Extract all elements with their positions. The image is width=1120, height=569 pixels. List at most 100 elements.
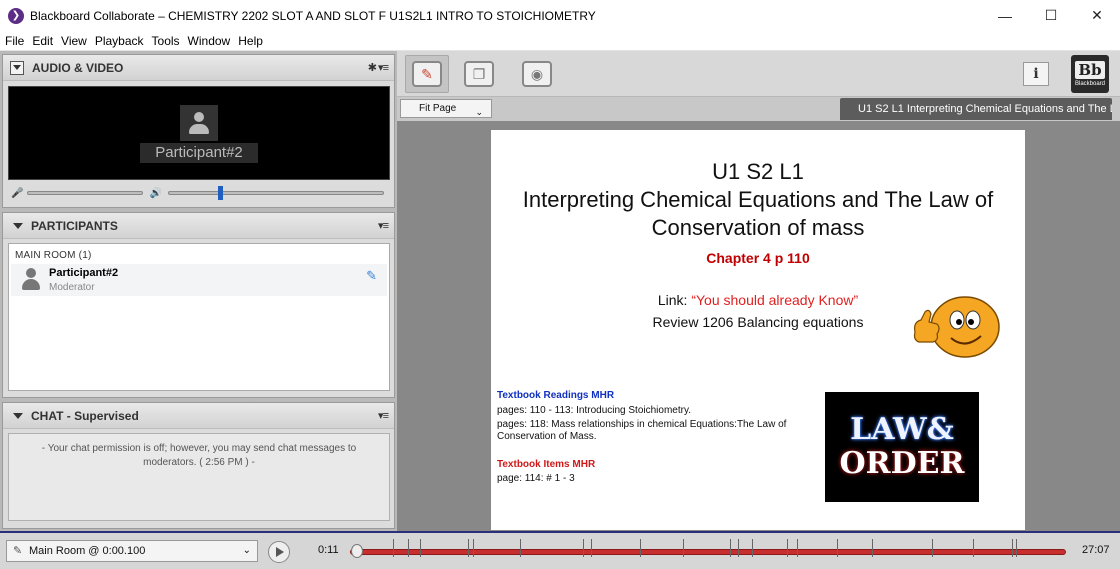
- menu-file[interactable]: File: [0, 34, 27, 48]
- slide-title-line2: Interpreting Chemical Equations and The …: [522, 187, 994, 212]
- panel-options-icon[interactable]: ▾≡: [378, 409, 389, 422]
- participant-name: Participant#2: [49, 267, 119, 279]
- minimize-button[interactable]: —: [982, 0, 1028, 31]
- timeline-event-tick: [393, 539, 394, 557]
- timeline-event-tick: [738, 539, 739, 557]
- timeline-event-tick: [797, 539, 798, 557]
- speaker-icon: 🔊: [149, 187, 162, 199]
- panel-options-icon[interactable]: ▾≡: [378, 219, 389, 232]
- timeline-event-tick: [583, 539, 584, 557]
- blackboard-logo[interactable]: Bb Blackboard: [1071, 55, 1109, 93]
- room-select-value: Main Room @ 0:00.100: [29, 545, 146, 557]
- whiteboard-area[interactable]: U1 S2 L1 Interpreting Chemical Equations…: [397, 121, 1120, 531]
- timeline-event-tick: [420, 539, 421, 557]
- timeline-event-tick: [837, 539, 838, 557]
- left-panels: AUDIO & VIDEO ✱ ▾≡ Participant#2 🎤 🔊 PAR…: [0, 51, 397, 531]
- moderator-tools-icon[interactable]: ✎: [366, 268, 377, 284]
- menu-window[interactable]: Window: [183, 34, 234, 48]
- video-participant-label: Participant#2: [140, 143, 258, 163]
- chevron-down-icon: ⌄: [475, 107, 483, 117]
- web-tour-button[interactable]: ◉: [515, 55, 559, 93]
- zoom-select[interactable]: Fit Page ⌄: [400, 99, 492, 118]
- timeline-event-tick: [752, 539, 753, 557]
- slide-link-quote: “You should already Know”: [691, 292, 859, 308]
- menu-help[interactable]: Help: [233, 34, 266, 48]
- textbook-reading-2: pages: 118: Mass relationships in chemic…: [497, 419, 787, 442]
- chat-panel: CHAT - Supervised ▾≡ - Your chat permiss…: [2, 402, 395, 529]
- timeline-event-tick: [473, 539, 474, 557]
- document-tab[interactable]: U1 S2 L1 Interpreting Chemical Equations…: [840, 98, 1112, 120]
- timeline-event-tick: [640, 539, 641, 557]
- timeline-event-tick: [1012, 539, 1013, 557]
- audio-video-panel: AUDIO & VIDEO ✱ ▾≡ Participant#2 🎤 🔊: [2, 54, 395, 208]
- play-icon: [276, 547, 284, 557]
- law-and-order-image: LAW& ORDER: [825, 392, 979, 502]
- close-button[interactable]: ✕: [1074, 0, 1120, 31]
- timeline-event-tick: [591, 539, 592, 557]
- timeline-event-tick: [932, 539, 933, 557]
- menu-tools[interactable]: Tools: [147, 34, 183, 48]
- blackboard-logo-text: Bb: [1075, 61, 1105, 79]
- collapse-toggle-icon[interactable]: [10, 60, 24, 75]
- microphone-volume-slider[interactable]: [27, 191, 144, 195]
- collapse-caret-icon[interactable]: [13, 412, 23, 419]
- user-icon: [21, 268, 41, 292]
- pencil-icon: ✎: [13, 545, 23, 557]
- room-label: MAIN ROOM (1): [15, 250, 92, 261]
- web-tour-icon: ◉: [522, 61, 552, 87]
- whiteboard-button[interactable]: ✎: [405, 55, 449, 93]
- chat-system-message: - Your chat permission is off; however, …: [41, 443, 357, 468]
- room-select[interactable]: ✎ Main Room @ 0:00.100 ⌄: [6, 540, 258, 562]
- window-title: Blackboard Collaborate – CHEMISTRY 2202 …: [30, 8, 596, 23]
- playback-timeline[interactable]: [350, 549, 1066, 555]
- menu-playback[interactable]: Playback: [90, 34, 147, 48]
- current-time: 0:11: [318, 544, 339, 556]
- slide-link-prefix: Link:: [657, 292, 692, 308]
- textbook-items-1: page: 114: # 1 - 3: [497, 473, 575, 484]
- timeline-event-tick: [683, 539, 684, 557]
- speaker-volume-slider[interactable]: [167, 191, 384, 195]
- content-toolbar: ✎ ❐ ◉ i Bb Blackboard: [397, 51, 1120, 97]
- textbook-readings-heading: Textbook Readings MHR: [497, 390, 615, 401]
- menu-view[interactable]: View: [56, 34, 90, 48]
- participant-row[interactable]: Participant#2 Moderator ✎: [11, 264, 387, 296]
- slide-title-line3: Conservation of mass: [651, 215, 865, 240]
- timeline-event-tick: [872, 539, 873, 557]
- participants-header: PARTICIPANTS ▾≡: [3, 213, 394, 239]
- menu-edit[interactable]: Edit: [27, 34, 56, 48]
- blackboard-logo-subtext: Blackboard: [1074, 81, 1106, 87]
- timeline-event-tick: [520, 539, 521, 557]
- speaker-volume-thumb[interactable]: [218, 186, 223, 200]
- info-button[interactable]: i: [1023, 62, 1049, 86]
- maximize-button[interactable]: ☐: [1028, 0, 1074, 31]
- audio-video-header: AUDIO & VIDEO ✱ ▾≡: [3, 55, 394, 81]
- timeline-event-tick: [408, 539, 409, 557]
- panel-options-icon[interactable]: ✱ ▾≡: [368, 61, 389, 74]
- playback-bar: ✎ Main Room @ 0:00.100 ⌄ 0:11 27:07: [0, 531, 1120, 569]
- whiteboard-icon: ✎: [412, 61, 442, 87]
- timeline-event-tick: [1016, 539, 1017, 557]
- chat-header: CHAT - Supervised ▾≡: [3, 403, 394, 429]
- view-bar: Fit Page ⌄ U1 S2 L1 Interpreting Chemica…: [397, 97, 1120, 121]
- collapse-caret-icon[interactable]: [13, 222, 23, 229]
- application-share-button[interactable]: ❐: [457, 55, 501, 93]
- timeline-scrubber[interactable]: [351, 544, 363, 558]
- collaborate-app-icon: ❯: [8, 7, 24, 24]
- audio-controls: 🎤 🔊: [8, 185, 390, 201]
- play-button[interactable]: [268, 541, 290, 563]
- chat-messages[interactable]: - Your chat permission is off; however, …: [8, 433, 390, 521]
- thumbs-up-smiley-icon: [913, 296, 1000, 358]
- law-order-line2: ORDER: [839, 446, 965, 481]
- participant-avatar-icon: [180, 105, 218, 141]
- timeline-event-tick: [468, 539, 469, 557]
- title-bar: ❯ Blackboard Collaborate – CHEMISTRY 220…: [0, 0, 1120, 31]
- participants-list: MAIN ROOM (1) Participant#2 Moderator ✎: [8, 243, 390, 391]
- chat-title: CHAT - Supervised: [31, 408, 139, 423]
- participant-role: Moderator: [49, 282, 95, 293]
- timeline-event-tick: [973, 539, 974, 557]
- zoom-value: Fit Page: [419, 103, 457, 114]
- timeline-event-tick: [787, 539, 788, 557]
- textbook-items-heading: Textbook Items MHR: [497, 459, 596, 470]
- textbook-reading-1: pages: 110 - 113: Introducing Stoichiome…: [497, 405, 691, 416]
- participants-title: PARTICIPANTS: [31, 218, 118, 233]
